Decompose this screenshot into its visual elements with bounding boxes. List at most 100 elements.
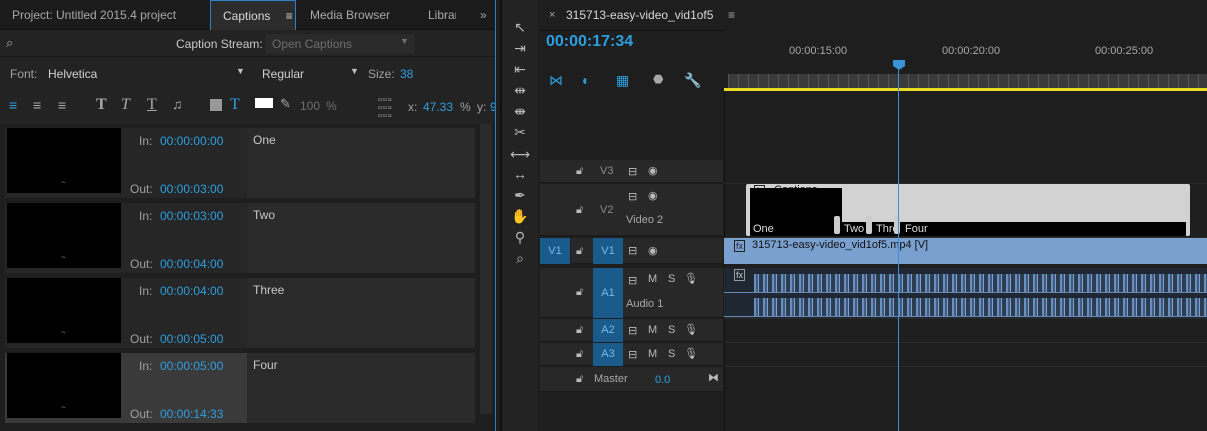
italic-icon[interactable]: T <box>121 96 130 114</box>
microphone-icon[interactable]: 🎙︎ <box>684 272 698 285</box>
lock-icon[interactable]: 🔓︎ <box>576 245 583 258</box>
tab-media-browser[interactable]: Media Browser <box>298 0 408 30</box>
slide-tool-icon[interactable]: ↔ <box>509 165 531 183</box>
caption-text[interactable]: Four <box>247 353 475 423</box>
sequence-tab[interactable]: 315713-easy-video_vid1of5 <box>566 8 713 22</box>
audio-clip[interactable]: fx <box>724 268 1207 318</box>
snap-icon[interactable]: ⋈ <box>549 72 563 89</box>
bold-icon[interactable]: T <box>96 96 107 114</box>
caption-edit-handle[interactable] <box>834 216 840 234</box>
in-timecode[interactable]: 00:00:05:00 <box>160 359 223 373</box>
tab-captions[interactable]: Captions ≡ <box>210 0 296 30</box>
caption-item-selected[interactable]: ~ In: 00:00:05:00 Out: 00:00:14:33 Four <box>5 353 475 423</box>
solo-button[interactable]: S <box>668 273 675 285</box>
background-color-icon[interactable] <box>210 99 222 111</box>
caption-marker[interactable]: One <box>753 223 774 235</box>
in-timecode[interactable]: 00:00:04:00 <box>160 284 223 298</box>
sync-lock-icon[interactable]: ⊟ <box>628 324 637 337</box>
in-timecode[interactable]: 00:00:00:00 <box>160 134 223 148</box>
search-icon[interactable]: ⌕ <box>6 35 13 51</box>
linked-selection-icon[interactable]: ◐ <box>582 72 590 88</box>
sync-lock-icon[interactable]: ⊟ <box>628 165 637 178</box>
eye-icon[interactable]: ◉ <box>648 189 658 202</box>
tab-menu-icon[interactable]: ≡ <box>728 8 735 22</box>
tab-menu-icon[interactable]: ≡ <box>286 9 293 23</box>
eye-icon[interactable]: ◉ <box>648 244 658 257</box>
caption-text[interactable]: Two <box>247 203 475 273</box>
out-timecode[interactable]: 00:00:14:33 <box>160 407 223 421</box>
pen-tool-icon[interactable]: ✒ <box>509 186 531 204</box>
font-dropdown[interactable]: Helvetica ▼ <box>44 64 250 84</box>
text-color-icon[interactable]: T <box>230 96 240 114</box>
position-grid-icon[interactable]: ▫▫▫ ▫▫▫ ▫▫▫ <box>378 95 393 122</box>
caption-edit-handle[interactable] <box>894 216 900 234</box>
out-timecode[interactable]: 00:00:03:00 <box>160 182 223 196</box>
lock-icon[interactable]: 🔓︎ <box>576 324 583 337</box>
close-icon[interactable]: × <box>549 9 555 21</box>
track-target-v1[interactable]: V1 <box>593 238 623 264</box>
wrench-icon[interactable]: 🔧 <box>684 72 701 89</box>
rate-stretch-tool-icon[interactable]: ⇼ <box>509 102 531 120</box>
video-clip[interactable]: fx 315713-easy-video_vid1of5.mp4 [V] <box>724 238 1207 264</box>
solo-button[interactable]: S <box>668 348 675 360</box>
sync-lock-icon[interactable]: ⊟ <box>628 348 637 361</box>
align-center-icon[interactable]: ≡ <box>33 97 41 113</box>
mute-button[interactable]: M <box>648 348 657 360</box>
sync-lock-icon[interactable]: ⊟ <box>628 274 637 287</box>
master-volume[interactable]: 0.0 <box>655 374 670 386</box>
font-style-dropdown[interactable]: Regular ▼ <box>258 64 362 84</box>
playhead-timecode[interactable]: 00:00:17:34 <box>546 33 633 51</box>
underline-icon[interactable]: T <box>147 96 157 114</box>
size-value[interactable]: 38 <box>400 67 413 81</box>
opacity-value[interactable]: 100 <box>300 99 320 113</box>
music-note-icon[interactable]: ♫ <box>172 96 183 112</box>
zoom-tool-icon-2[interactable]: ⌕ <box>509 249 531 267</box>
caption-text[interactable]: Three <box>247 278 475 348</box>
caption-item[interactable]: ~ In: 00:00:00:00 Out: 00:00:03:00 One <box>5 128 475 198</box>
source-patch-v1[interactable]: V1 <box>540 238 570 264</box>
time-ruler[interactable]: 00:00:15:00 00:00:20:00 00:00:25:00 <box>724 30 1207 92</box>
sync-lock-icon[interactable]: ⊟ <box>628 244 637 257</box>
work-area-bar[interactable] <box>724 88 1207 91</box>
hand-tool-icon[interactable]: ✋ <box>509 207 531 225</box>
out-timecode[interactable]: 00:00:04:00 <box>160 257 223 271</box>
eye-icon[interactable]: ◉ <box>648 164 658 177</box>
track-target-a3[interactable]: A3 <box>593 343 623 366</box>
track-target-a1[interactable]: A1 <box>593 268 623 318</box>
ripple-edit-tool-icon[interactable]: ⇤ <box>509 60 531 78</box>
solo-button[interactable]: S <box>668 324 675 336</box>
tab-project[interactable]: Project: Untitled 2015.4 project <box>0 0 210 30</box>
caption-stream-dropdown[interactable]: Open Captions ▼ <box>266 34 414 54</box>
caption-text[interactable]: One <box>247 128 475 198</box>
microphone-icon[interactable]: 🎙︎ <box>684 323 698 336</box>
mute-button[interactable]: M <box>648 324 657 336</box>
track-select-tool-icon[interactable]: ⇥ <box>509 39 531 57</box>
go-to-end-icon[interactable]: ⧓ <box>708 371 719 384</box>
align-right-icon[interactable]: ≡ <box>58 97 66 113</box>
eyedropper-icon[interactable]: ✎ <box>280 96 291 112</box>
caption-edit-handle[interactable] <box>866 216 872 234</box>
caption-item[interactable]: ~ In: 00:00:04:00 Out: 00:00:05:00 Three <box>5 278 475 348</box>
caption-marker[interactable]: Four <box>905 223 928 235</box>
razor-tool-icon[interactable]: ✂ <box>509 123 531 141</box>
scrollbar[interactable] <box>480 124 492 414</box>
sync-lock-icon[interactable]: ⊟ <box>628 190 637 203</box>
playhead-line[interactable] <box>898 70 899 431</box>
track-target-a2[interactable]: A2 <box>593 319 623 342</box>
add-marker-icon[interactable]: ▦ <box>616 72 629 89</box>
zoom-tool-icon[interactable]: ⚲ <box>509 228 531 246</box>
tab-libraries[interactable]: Librari <box>416 0 456 30</box>
rolling-edit-tool-icon[interactable]: ⇹ <box>509 81 531 99</box>
lock-icon[interactable]: 🔓︎ <box>576 348 583 361</box>
caption-marker[interactable]: Two <box>844 223 864 235</box>
align-left-icon[interactable]: ≡ <box>9 97 17 113</box>
captions-clip[interactable]: fx Captions One Two Thre Four <box>746 184 1190 236</box>
lock-icon[interactable]: 🔓︎ <box>576 204 583 217</box>
lock-icon[interactable]: 🔓︎ <box>576 373 583 386</box>
lock-icon[interactable]: 🔓︎ <box>576 165 583 178</box>
more-tabs-icon[interactable]: » <box>470 0 496 30</box>
color-swatch[interactable] <box>255 98 273 108</box>
caption-item[interactable]: ~ In: 00:00:03:00 Out: 00:00:04:00 Two <box>5 203 475 273</box>
out-timecode[interactable]: 00:00:05:00 <box>160 332 223 346</box>
selection-tool-icon[interactable]: ↖ <box>509 18 531 36</box>
